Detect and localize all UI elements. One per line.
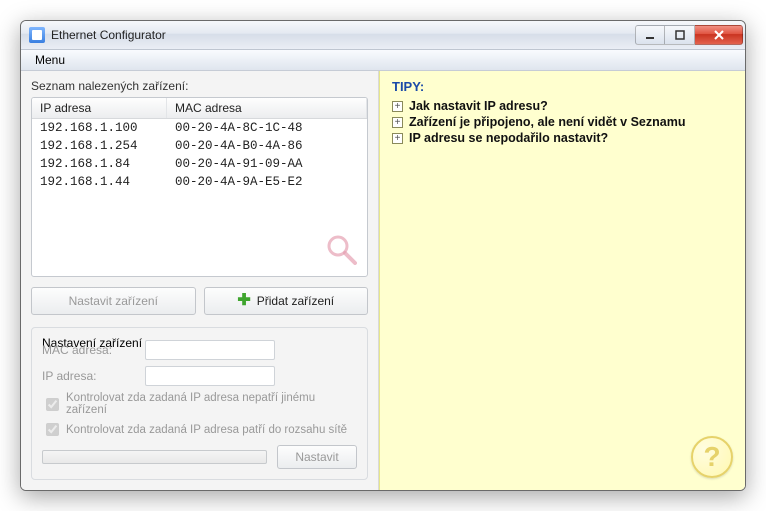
expand-icon[interactable]: +: [392, 133, 403, 144]
table-row[interactable]: 192.168.1.44 00-20-4A-9A-E5-E2: [32, 173, 367, 191]
search-icon: [325, 233, 359, 270]
maximize-button[interactable]: [665, 25, 695, 45]
device-list-header: IP adresa MAC adresa: [32, 98, 367, 119]
table-row[interactable]: 192.168.1.84 00-20-4A-91-09-AA: [32, 155, 367, 173]
tip-row[interactable]: + IP adresu se nepodařilo nastavit?: [392, 130, 733, 146]
table-row[interactable]: 192.168.1.100 00-20-4A-8C-1C-48: [32, 119, 367, 137]
device-list[interactable]: IP adresa MAC adresa 192.168.1.100 00-20…: [31, 97, 368, 277]
cell-ip: 192.168.1.254: [32, 138, 167, 154]
titlebar: Ethernet Configurator: [21, 21, 745, 50]
device-settings-group: Nastavení zařízení MAC adresa: IP adresa…: [31, 327, 368, 480]
button-row: Nastavit zařízení ✚ Přidat zařízení: [31, 287, 368, 315]
settings-bottom-row: Nastavit: [42, 445, 357, 469]
app-icon: [29, 27, 45, 43]
column-header-mac[interactable]: MAC adresa: [167, 98, 367, 118]
content: Seznam nalezených zařízení: IP adresa MA…: [21, 71, 745, 490]
cell-ip: 192.168.1.100: [32, 120, 167, 136]
table-row[interactable]: 192.168.1.254 00-20-4A-B0-4A-86: [32, 137, 367, 155]
configure-device-label: Nastavit zařízení: [69, 294, 158, 308]
ip-row: IP adresa:: [42, 366, 357, 386]
expand-icon[interactable]: +: [392, 101, 403, 112]
window: Ethernet Configurator Menu Seznam naleze…: [20, 20, 746, 491]
tips-header: TIPY:: [392, 79, 733, 94]
mac-input[interactable]: [145, 340, 275, 360]
tip-label: Jak nastavit IP adresu?: [409, 99, 548, 113]
close-button[interactable]: [695, 25, 743, 45]
check-range-label: Kontrolovat zda zadaná IP adresa patří d…: [66, 424, 347, 436]
menu-item-menu[interactable]: Menu: [27, 51, 73, 69]
ip-label: IP adresa:: [42, 369, 137, 383]
check-conflict-row: Kontrolovat zda zadaná IP adresa nepatří…: [42, 392, 357, 416]
help-label: ?: [703, 441, 720, 473]
device-list-label: Seznam nalezených zařízení:: [31, 79, 368, 93]
add-device-button[interactable]: ✚ Přidat zařízení: [204, 287, 369, 315]
add-device-label: Přidat zařízení: [257, 294, 334, 308]
column-header-ip[interactable]: IP adresa: [32, 98, 167, 118]
check-range[interactable]: [46, 423, 59, 436]
cell-mac: 00-20-4A-91-09-AA: [167, 156, 367, 172]
tip-label: Zařízení je připojeno, ale není vidět v …: [409, 115, 685, 129]
window-controls: [635, 25, 743, 45]
cell-ip: 192.168.1.84: [32, 156, 167, 172]
check-conflict-label: Kontrolovat zda zadaná IP adresa nepatří…: [66, 392, 357, 416]
progress-bar: [42, 450, 267, 464]
ip-input[interactable]: [145, 366, 275, 386]
cell-mac: 00-20-4A-B0-4A-86: [167, 138, 367, 154]
mac-label: MAC adresa:: [42, 343, 137, 357]
set-button-label: Nastavit: [295, 450, 338, 464]
mac-row: MAC adresa:: [42, 340, 357, 360]
tip-row[interactable]: + Zařízení je připojeno, ale není vidět …: [392, 114, 733, 130]
cell-mac: 00-20-4A-9A-E5-E2: [167, 174, 367, 190]
device-list-body: 192.168.1.100 00-20-4A-8C-1C-48 192.168.…: [32, 119, 367, 191]
tip-row[interactable]: + Jak nastavit IP adresu?: [392, 98, 733, 114]
left-panel: Seznam nalezených zařízení: IP adresa MA…: [21, 71, 379, 490]
minimize-button[interactable]: [635, 25, 665, 45]
window-title: Ethernet Configurator: [51, 28, 635, 42]
set-button[interactable]: Nastavit: [277, 445, 357, 469]
check-range-row: Kontrolovat zda zadaná IP adresa patří d…: [42, 420, 357, 439]
check-conflict[interactable]: [46, 398, 59, 411]
expand-icon[interactable]: +: [392, 117, 403, 128]
plus-icon: ✚: [237, 293, 250, 309]
help-icon[interactable]: ?: [691, 436, 733, 478]
tips-panel: TIPY: + Jak nastavit IP adresu? + Zaříze…: [379, 71, 745, 490]
configure-device-button[interactable]: Nastavit zařízení: [31, 287, 196, 315]
menubar: Menu: [21, 50, 745, 71]
cell-ip: 192.168.1.44: [32, 174, 167, 190]
cell-mac: 00-20-4A-8C-1C-48: [167, 120, 367, 136]
tip-label: IP adresu se nepodařilo nastavit?: [409, 131, 608, 145]
